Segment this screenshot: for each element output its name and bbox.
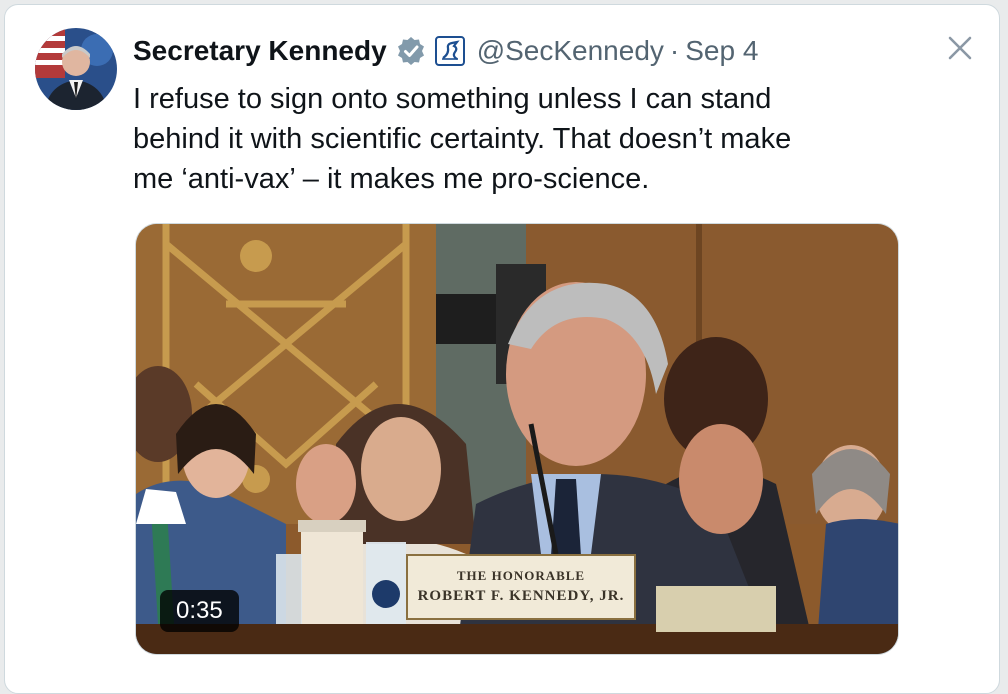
tweet-text-line: I refuse to sign onto something unless I… — [133, 83, 772, 115]
tweet-header: Secretary Kennedy @SecKennedy · Sep 4 — [133, 33, 758, 69]
separator-dot: · — [669, 35, 680, 66]
tweet-date[interactable]: Sep 4 — [685, 33, 758, 69]
tweet-text-line: behind it with scientific certainty. Tha… — [133, 123, 792, 155]
avatar-image — [35, 28, 117, 110]
nameplate-title: THE HONORABLE — [456, 568, 586, 583]
hhs-affiliation-icon[interactable] — [434, 36, 465, 66]
avatar[interactable] — [35, 28, 117, 110]
tweet-card[interactable]: Secretary Kennedy @SecKennedy · Sep 4 I … — [4, 4, 1000, 694]
video-player[interactable]: THE HONORABLE ROBERT F. KENNEDY, JR. 0:3… — [135, 223, 899, 655]
user-handle[interactable]: @SecKennedy — [477, 33, 664, 69]
nameplate-name: ROBERT F. KENNEDY, JR. — [417, 588, 625, 604]
close-icon[interactable] — [945, 33, 975, 63]
tweet-text-line: me ‘anti-vax’ – it makes me pro-science. — [133, 163, 650, 195]
display-name[interactable]: Secretary Kennedy — [133, 33, 387, 69]
tweet-text: I refuse to sign onto something unless I… — [133, 79, 933, 199]
verified-badge-icon — [395, 35, 427, 67]
video-duration-badge: 0:35 — [160, 590, 239, 632]
nameplate: THE HONORABLE ROBERT F. KENNEDY, JR. — [406, 554, 636, 620]
